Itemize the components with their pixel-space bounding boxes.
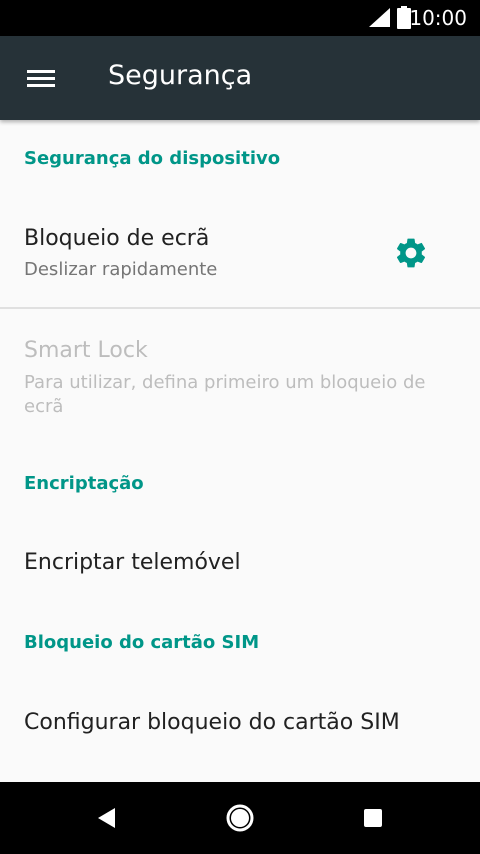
sim-lock-item[interactable]: Configurar bloqueio do cartão SIM bbox=[24, 710, 400, 735]
section-header-encryption: Encriptação bbox=[24, 473, 144, 494]
navigation-bar bbox=[0, 782, 480, 854]
recents-icon[interactable] bbox=[357, 802, 389, 834]
screen-lock-subtitle: Deslizar rapidamente bbox=[24, 259, 218, 280]
app-toolbar: Segurança bbox=[0, 36, 480, 120]
screen-lock-title: Bloqueio de ecrã bbox=[24, 226, 210, 251]
smart-lock-subtitle-line2: ecrã bbox=[24, 396, 64, 417]
home-icon[interactable] bbox=[224, 802, 256, 834]
signal-icon bbox=[369, 8, 390, 27]
menu-icon[interactable] bbox=[16, 62, 68, 94]
section-header-device-security: Segurança do dispositivo bbox=[24, 148, 281, 169]
divider bbox=[0, 307, 480, 309]
encrypt-phone-item[interactable]: Encriptar telemóvel bbox=[24, 550, 241, 575]
section-header-sim-lock: Bloqueio do cartão SIM bbox=[24, 632, 260, 653]
status-bar: 10:00 bbox=[0, 0, 480, 36]
back-icon[interactable] bbox=[91, 802, 123, 834]
gear-icon[interactable] bbox=[393, 235, 429, 271]
smart-lock-title: Smart Lock bbox=[24, 338, 148, 363]
page-title: Segurança bbox=[108, 60, 253, 91]
smart-lock-subtitle-line1: Para utilizar, defina primeiro um bloque… bbox=[24, 372, 426, 393]
status-time: 10:00 bbox=[409, 6, 467, 30]
